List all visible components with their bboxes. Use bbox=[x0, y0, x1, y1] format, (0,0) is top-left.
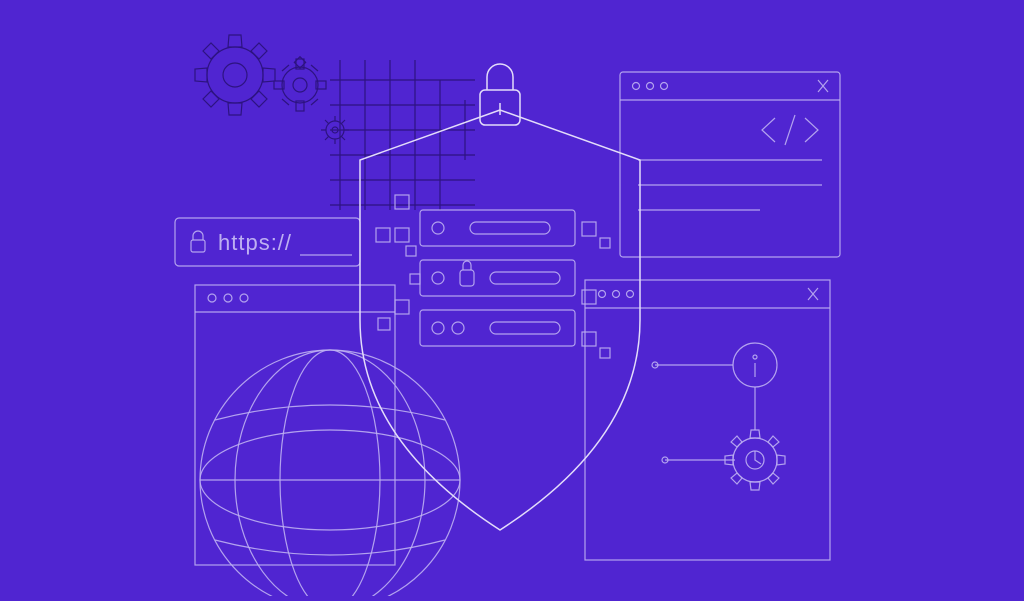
info-icon bbox=[733, 343, 777, 387]
url-text: https:// bbox=[218, 230, 292, 255]
security-illustration: .thin { fill: none; stroke: #BEB0F2; str… bbox=[0, 0, 1024, 596]
server-rack-1 bbox=[420, 210, 575, 246]
gear-large-icon bbox=[195, 35, 275, 115]
browser-window-right bbox=[585, 280, 830, 560]
gear-medium-icon bbox=[274, 57, 326, 111]
globe-icon bbox=[200, 350, 460, 596]
grid-pattern bbox=[330, 60, 475, 210]
close-icon bbox=[818, 80, 828, 92]
url-address-bar: https:// bbox=[175, 218, 360, 266]
server-rack-2 bbox=[420, 260, 575, 296]
browser-window-left bbox=[195, 285, 395, 565]
connection-lines bbox=[652, 362, 755, 463]
close-icon bbox=[808, 288, 818, 300]
padlock-large-icon bbox=[480, 64, 520, 125]
code-tag-icon bbox=[762, 115, 818, 145]
padlock-small-icon bbox=[191, 231, 205, 252]
server-rack-3 bbox=[420, 310, 575, 346]
code-window bbox=[620, 72, 840, 257]
shield-icon bbox=[360, 110, 640, 530]
